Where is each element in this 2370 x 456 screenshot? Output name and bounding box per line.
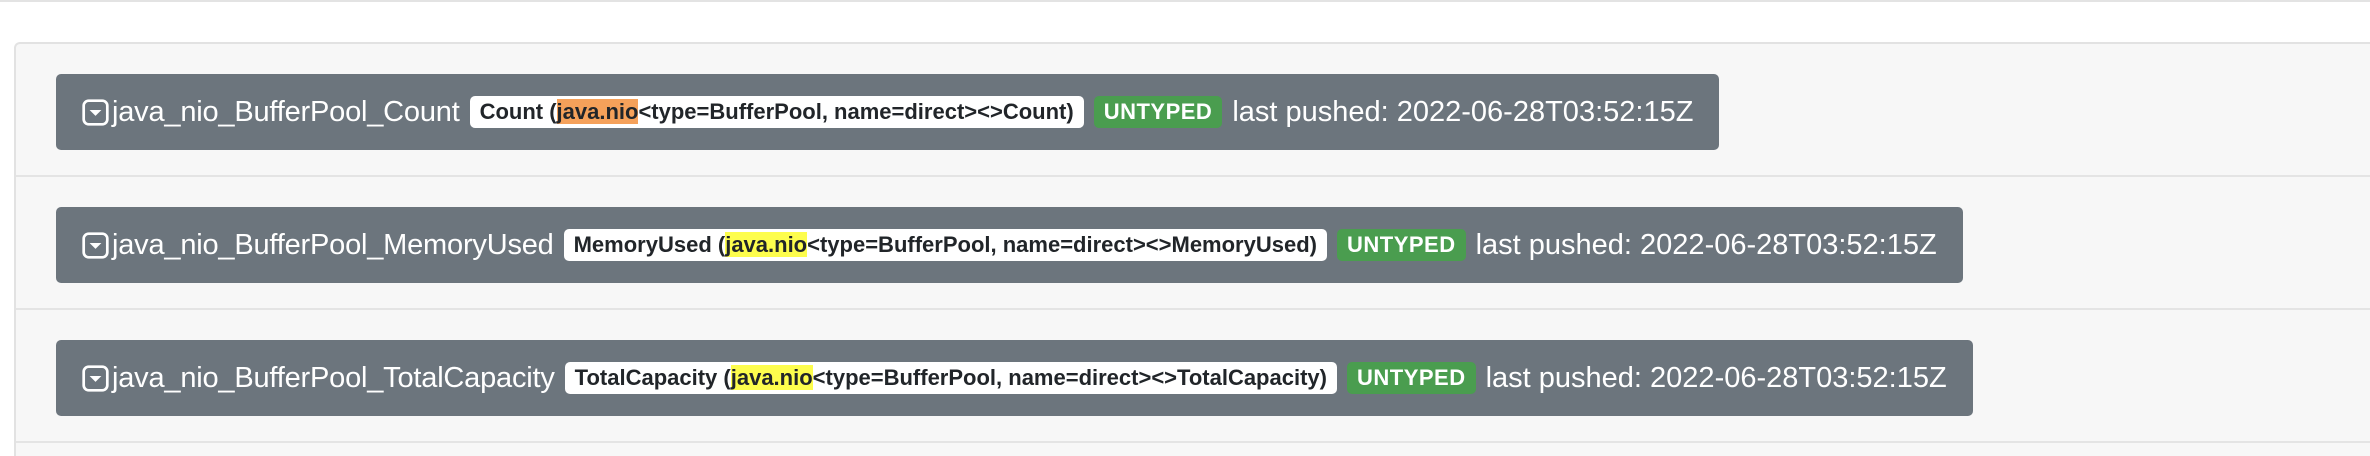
collapse-toggle-icon[interactable] bbox=[82, 364, 109, 392]
page: java_nio_BufferPool_Count Count (java.ni… bbox=[0, 0, 2370, 456]
metric-header-toggle[interactable]: java_nio_BufferPool_MemoryUsed MemoryUse… bbox=[56, 207, 1963, 283]
last-pushed-text: last pushed: 2022-06-28T03:52:15Z bbox=[1485, 361, 1947, 394]
help-prefix: TotalCapacity ( bbox=[574, 365, 731, 390]
search-highlight: java.nio bbox=[730, 365, 813, 390]
metric-help-badge: TotalCapacity (java.nio<type=BufferPool,… bbox=[564, 362, 1337, 394]
metric-name: java_nio_BufferPool_MemoryUsed bbox=[112, 228, 554, 261]
metric-help-badge: Count (java.nio<type=BufferPool, name=di… bbox=[469, 96, 1084, 128]
last-pushed-text: last pushed: 2022-06-28T03:52:15Z bbox=[1475, 228, 1937, 261]
help-prefix: Count ( bbox=[479, 99, 557, 124]
metric-header-toggle[interactable]: java_nio_BufferPool_Count Count (java.ni… bbox=[56, 74, 1720, 150]
metric-type-badge: UNTYPED bbox=[1336, 229, 1466, 261]
metric-row: java_nio_BufferPool_MemoryUsed MemoryUse… bbox=[16, 177, 2370, 310]
help-suffix: <type=BufferPool, name=direct><>TotalCap… bbox=[812, 365, 1327, 390]
collapse-toggle-icon[interactable] bbox=[82, 98, 109, 126]
last-pushed-text: last pushed: 2022-06-28T03:52:15Z bbox=[1232, 95, 1694, 128]
help-prefix: MemoryUsed ( bbox=[573, 232, 726, 257]
metric-type-badge: UNTYPED bbox=[1346, 362, 1476, 394]
top-divider bbox=[0, 0, 2370, 2]
search-highlight: java.nio bbox=[725, 232, 808, 257]
metric-row: java_nio_BufferPool_Count Count (java.ni… bbox=[16, 44, 2370, 177]
search-highlight: java.nio bbox=[556, 99, 639, 124]
metric-row: java_nio_BufferPool_TotalCapacity TotalC… bbox=[16, 310, 2370, 443]
metric-type-badge: UNTYPED bbox=[1093, 96, 1223, 128]
metrics-panel: java_nio_BufferPool_Count Count (java.ni… bbox=[14, 42, 2370, 456]
help-suffix: <type=BufferPool, name=direct><>Count) bbox=[638, 99, 1074, 124]
help-suffix: <type=BufferPool, name=direct><>MemoryUs… bbox=[807, 232, 1317, 257]
metric-help-badge: MemoryUsed (java.nio<type=BufferPool, na… bbox=[563, 229, 1327, 261]
metric-header-toggle[interactable]: java_nio_BufferPool_TotalCapacity TotalC… bbox=[56, 340, 1973, 416]
metric-name: java_nio_BufferPool_TotalCapacity bbox=[112, 361, 555, 394]
collapse-toggle-icon[interactable] bbox=[82, 231, 109, 259]
metric-name: java_nio_BufferPool_Count bbox=[112, 95, 460, 128]
